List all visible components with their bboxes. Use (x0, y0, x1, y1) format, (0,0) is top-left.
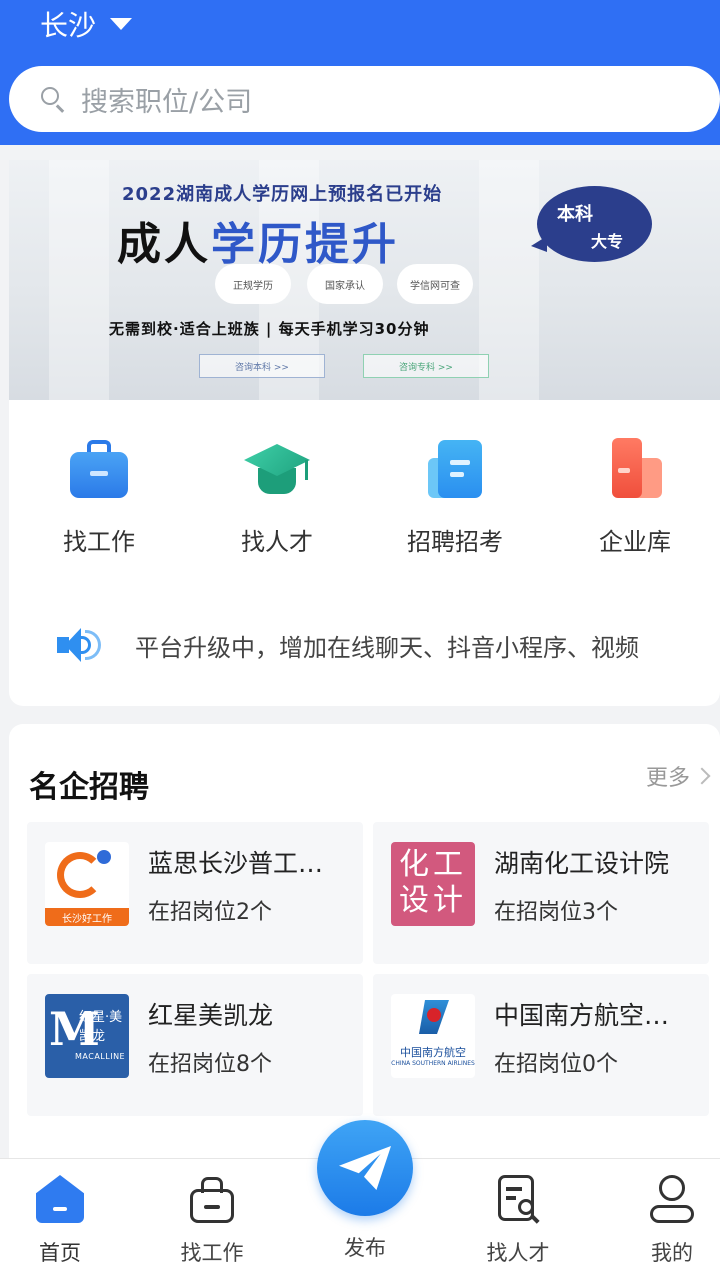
company-card[interactable]: M 红星·美凯龙 MACALLINE 红星美凯龙 在招岗位8个 (27, 974, 363, 1116)
banner-tagline: 无需到校·适合上班族 | 每天手机学习30分钟 (109, 320, 430, 338)
search-placeholder: 搜索职位/公司 (81, 86, 253, 118)
notice-text: 平台升级中，增加在线聊天、抖音小程序、视频 (135, 633, 639, 662)
company-card[interactable]: 化工设计 湖南化工设计院 在招岗位3个 (373, 822, 709, 964)
banner-pill: 国家承认 (307, 264, 383, 304)
nav-find-talent[interactable]: 找人才 (207, 438, 347, 557)
speaker-icon (55, 622, 105, 668)
consult-college-button[interactable]: 咨询专科 >> (363, 354, 489, 378)
company-logo: 长沙好工作 (45, 842, 129, 926)
briefcase-icon (68, 438, 130, 500)
tab-label: 我的 (651, 1241, 693, 1265)
document-icon (424, 438, 486, 500)
nav-recruitment-exams[interactable]: 招聘招考 (385, 438, 525, 557)
tab-label: 找人才 (486, 1241, 550, 1265)
open-positions: 在招岗位3个 (494, 900, 618, 925)
banner-pill: 正规学历 (215, 264, 291, 304)
tab-label: 发布 (344, 1236, 386, 1260)
search-input[interactable]: 搜索职位/公司 (9, 66, 720, 132)
tab-label: 首页 (39, 1241, 81, 1265)
tab-me[interactable]: 我的 (612, 1159, 720, 1267)
banner-pill: 学信网可查 (397, 264, 473, 304)
tab-label: 找工作 (180, 1241, 244, 1265)
home-icon (34, 1173, 86, 1225)
quick-nav-card: 找工作 找人才 招聘招考 企业库 平台升级中，增加在线聊天、抖音小程序、视频 (9, 400, 720, 706)
nav-label: 招聘招考 (407, 528, 503, 556)
nav-label: 找工作 (63, 528, 135, 556)
banner-subtitle: 2022湖南成人学历网上预报名已开始 (122, 184, 443, 205)
open-positions: 在招岗位0个 (494, 1052, 618, 1077)
company-name: 湖南化工设计院 (494, 849, 670, 878)
chevron-right-icon (693, 767, 711, 785)
company-name: 蓝思长沙普工… (148, 849, 324, 878)
tab-home[interactable]: 首页 (0, 1159, 120, 1267)
nav-company-library[interactable]: 企业库 (565, 438, 705, 557)
tab-find-job[interactable]: 找工作 (152, 1159, 272, 1267)
building-icon (604, 438, 666, 500)
open-positions: 在招岗位8个 (148, 1052, 272, 1077)
company-logo: 化工设计 (391, 842, 475, 926)
consult-undergrad-button[interactable]: 咨询本科 >> (199, 354, 325, 378)
company-logo: 中国南方航空 CHINA SOUTHERN AIRLINES (391, 994, 475, 1078)
search-resume-icon (492, 1173, 544, 1225)
section-title: 名企招聘 (29, 770, 149, 805)
top-header: 长沙 搜索职位/公司 (0, 0, 720, 145)
briefcase-outline-icon (186, 1173, 238, 1225)
city-selector[interactable]: 长沙 (40, 4, 133, 44)
banner-headline: 成人学历提升 (117, 219, 399, 270)
user-icon (646, 1173, 698, 1225)
company-card[interactable]: 中国南方航空 CHINA SOUTHERN AIRLINES 中国南方航空… 在… (373, 974, 709, 1116)
more-link[interactable]: 更多 (646, 760, 711, 792)
company-name: 红星美凯龙 (148, 1001, 274, 1030)
nav-label: 找人才 (241, 528, 313, 556)
nav-find-job[interactable]: 找工作 (29, 438, 169, 557)
publish-button[interactable] (317, 1120, 413, 1216)
tab-find-talent[interactable]: 找人才 (458, 1159, 578, 1267)
caret-down-icon (110, 18, 133, 30)
promo-banner[interactable]: 2022湖南成人学历网上预报名已开始 成人学历提升 本科 大专 正规学历 国家承… (9, 160, 720, 400)
search-icon (39, 85, 67, 113)
open-positions: 在招岗位2个 (148, 900, 272, 925)
notice-bar[interactable]: 平台升级中，增加在线聊天、抖音小程序、视频 (55, 622, 695, 668)
famous-companies-section: 名企招聘 更多 长沙好工作 蓝思长沙普工… 在招岗位2个 化工设计 湖南化工设计… (9, 724, 720, 1164)
company-name: 中国南方航空… (494, 1001, 670, 1030)
graduation-cap-icon (244, 438, 310, 500)
company-card[interactable]: 长沙好工作 蓝思长沙普工… 在招岗位2个 (27, 822, 363, 964)
paper-plane-icon (339, 1146, 391, 1190)
nav-label: 企业库 (599, 528, 671, 556)
city-label: 长沙 (40, 9, 97, 42)
banner-degree-bubble: 本科 大专 (531, 186, 652, 262)
company-logo: M 红星·美凯龙 MACALLINE (45, 994, 129, 1078)
